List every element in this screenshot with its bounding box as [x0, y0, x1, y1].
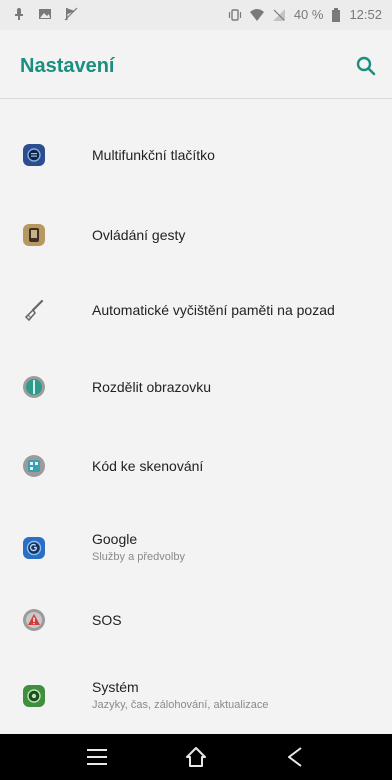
no-flag-icon [64, 7, 78, 21]
item-title: Google [92, 531, 138, 547]
settings-item-gesture-control[interactable]: Ovládání gesty [0, 200, 392, 270]
settings-item-system[interactable]: Systém Jazyky, čas, zálohování, aktualiz… [0, 661, 392, 731]
battery-icon [332, 7, 341, 22]
menu-icon[interactable] [85, 745, 109, 769]
settings-item-sos[interactable]: SOS [0, 585, 392, 655]
back-icon[interactable] [283, 745, 307, 769]
item-title: Ovládání gesty [92, 227, 186, 243]
item-title: Kód ke skenování [92, 458, 204, 474]
navigation-bar [0, 734, 392, 780]
multifunction-button-icon [23, 144, 45, 166]
item-title: Multifunkční tlačítko [92, 147, 215, 163]
item-subtitle: Jazyky, čas, zálohování, aktualizace [92, 699, 269, 711]
image-icon [39, 9, 51, 19]
scan-code-icon [23, 455, 45, 477]
broom-icon [24, 299, 44, 322]
settings-item-scan-code[interactable]: Kód ke skenování [0, 431, 392, 501]
settings-item-auto-memory-clean[interactable]: Automatické vyčištění paměti na pozad [0, 275, 392, 345]
home-icon[interactable] [184, 745, 208, 769]
sos-icon [23, 609, 45, 631]
settings-item-split-screen[interactable]: Rozdělit obrazovku [0, 352, 392, 422]
battery-percent: 40 % [293, 7, 324, 22]
item-title: Systém [92, 679, 139, 695]
item-subtitle: Služby a předvolby [92, 551, 185, 563]
split-screen-icon [23, 376, 45, 398]
system-icon [23, 685, 45, 707]
status-bar: 40 % 12:52 [0, 0, 392, 30]
settings-item-multifunction-button[interactable]: Multifunkční tlačítko [0, 120, 392, 190]
item-title: Automatické vyčištění paměti na pozad [92, 302, 335, 318]
search-icon[interactable] [354, 54, 378, 78]
microphone-icon [15, 8, 23, 20]
wifi-icon [249, 8, 264, 21]
google-icon [23, 537, 45, 559]
item-title: SOS [92, 612, 122, 628]
vibrate-icon [228, 8, 241, 21]
settings-item-google[interactable]: Google Služby a předvolby [0, 513, 392, 583]
app-bar: Nastavení [0, 30, 392, 99]
item-title: Rozdělit obrazovku [92, 379, 212, 395]
clock: 12:52 [349, 7, 382, 22]
page-title: Nastavení [20, 55, 115, 77]
gesture-control-icon [23, 224, 45, 246]
signal-icon [272, 8, 285, 21]
